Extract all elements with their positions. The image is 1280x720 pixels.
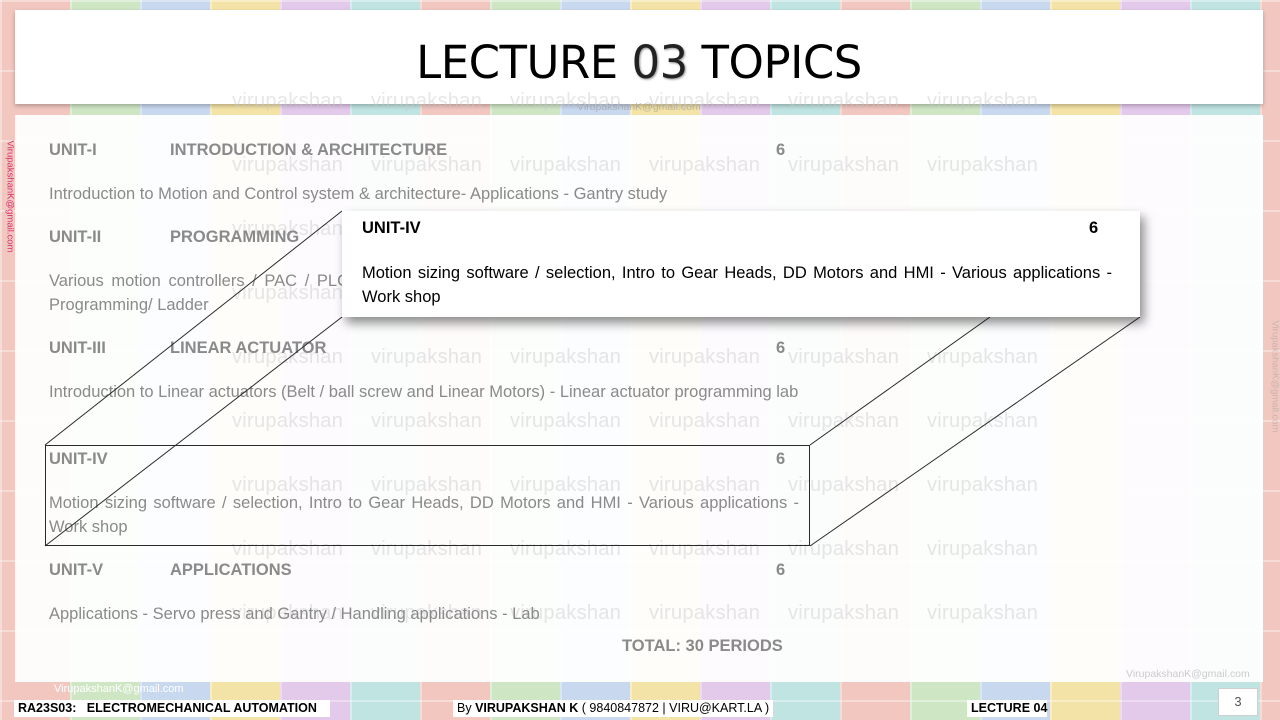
footer-by-label: By — [457, 701, 476, 715]
watermark-email-bottom: VirupakshanK@gmail.com — [1126, 668, 1250, 680]
connector-line-top-right — [809, 316, 991, 446]
zoom-connector-lines — [44, 210, 1141, 547]
page-number: 3 — [1218, 688, 1258, 716]
callout-description: Motion sizing software / selection, Intr… — [362, 264, 1112, 306]
unit-iv-callout: UNIT-IV 6 Motion sizing software / selec… — [342, 211, 1140, 317]
connector-line-bottom-right — [809, 316, 1141, 547]
connector-line-bottom-left — [44, 316, 343, 547]
footer-author-name: VIRUPAKSHAN K — [475, 701, 579, 715]
connector-line-top-left — [44, 210, 343, 446]
callout-unit-label: UNIT-IV — [362, 219, 421, 237]
side-email-left: VirupakshanK@gmail.com — [4, 140, 16, 253]
footer-lecture-label: LECTURE 04 — [971, 701, 1048, 715]
side-email-right: VirupakshanK@gmail.com — [1269, 320, 1280, 433]
footer-course: RA23S03: ELECTROMECHANICAL AUTOMATION — [14, 700, 330, 717]
footer-contact: ( 9840847872 | VIRU@KART.LA ) — [578, 701, 770, 715]
callout-hours: 6 — [1089, 219, 1099, 237]
footer-email: VirupakshanK@gmail.com — [54, 683, 184, 695]
footer-author: By VIRUPAKSHAN K ( 9840847872 | VIRU@KAR… — [453, 700, 774, 717]
footer-course-name: ELECTROMECHANICAL AUTOMATION — [86, 701, 317, 715]
footer-lecture: LECTURE 04 — [967, 700, 1047, 717]
footer-course-code: RA23S03: — [18, 701, 77, 715]
